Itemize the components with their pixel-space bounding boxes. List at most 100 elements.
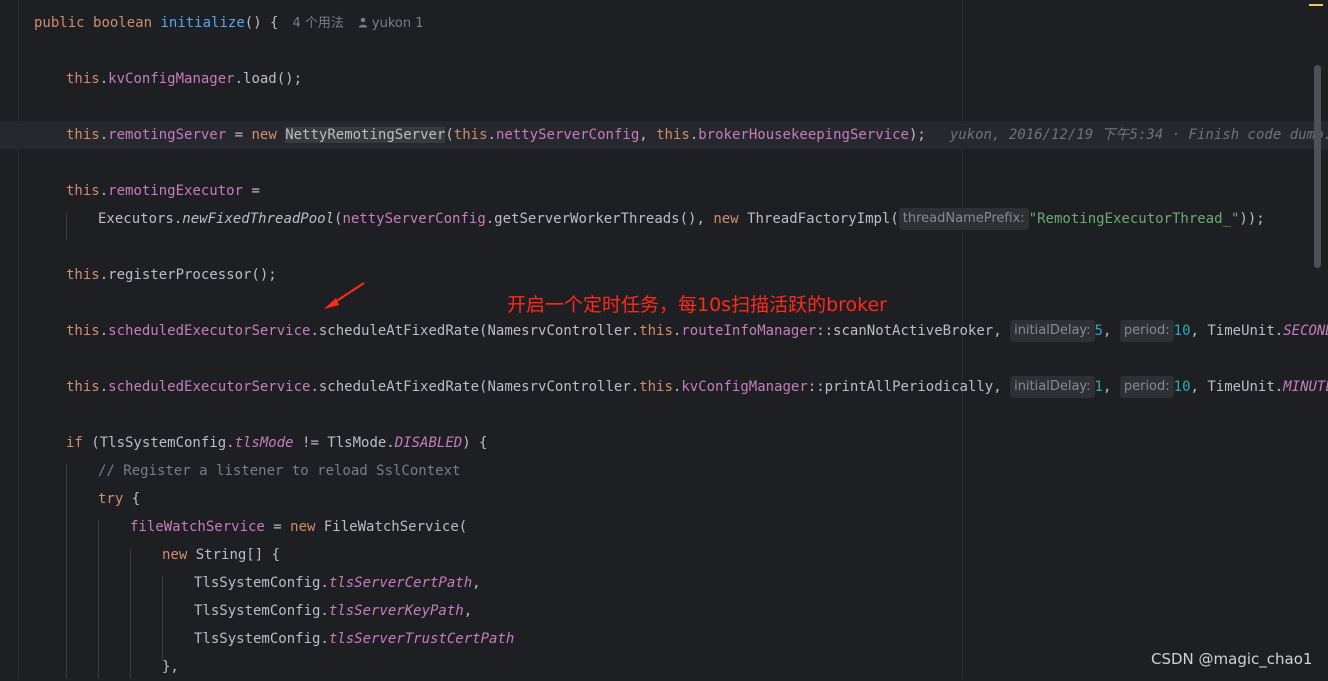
code-text: ::printAllPeriodically,	[807, 379, 1011, 395]
field-ref: remotingServer	[108, 127, 227, 143]
keyword-this: this	[66, 267, 100, 283]
code-line[interactable]: Executors.newFixedThreadPool(nettyServer…	[0, 205, 1328, 233]
enum-constant: SECONDS	[1283, 323, 1328, 339]
code-text: Executors.	[98, 211, 183, 227]
keyword-this: this	[66, 127, 100, 143]
parameter-hint: threadNamePrefix:	[898, 208, 1029, 230]
code-line[interactable]: this.remotingExecutor =	[0, 177, 1328, 205]
number-literal: 10	[1173, 379, 1191, 395]
author-name: yukon 1	[371, 16, 424, 31]
code-text: TlsSystemConfig.	[194, 631, 329, 647]
code-line[interactable]: new String[] {	[0, 541, 1328, 569]
field-ref: remotingExecutor	[108, 183, 244, 199]
code-line[interactable]: this.kvConfigManager.load();	[0, 65, 1328, 93]
red-arrow-icon	[324, 282, 365, 309]
code-text: ,	[639, 127, 657, 143]
code-text: .registerProcessor();	[99, 267, 277, 283]
usages-link[interactable]: 4 个用法	[292, 16, 343, 31]
code-line[interactable]: TlsSystemConfig.tlsServerCertPath,	[0, 569, 1328, 597]
parameter-hint: initialDelay:	[1010, 376, 1095, 398]
code-text: String[] {	[187, 547, 281, 563]
code-text: ,	[1102, 323, 1120, 339]
code-line[interactable]: this.scheduledExecutorService.scheduleAt…	[0, 317, 1328, 345]
field-ref: fileWatchService	[130, 519, 265, 535]
author-info[interactable]: yukon 1	[358, 16, 424, 31]
watermark: CSDN @magic_chao1	[1151, 650, 1313, 668]
method-name: initialize	[160, 15, 245, 31]
keyword-new: new	[251, 127, 277, 143]
code-text: ThreadFactoryImpl(	[747, 211, 899, 227]
code-text: ::scanNotActiveBroker,	[816, 323, 1011, 339]
field-ref: kvConfigManager	[681, 379, 808, 395]
code-line[interactable]: fileWatchService = new FileWatchService(	[0, 513, 1328, 541]
enum-constant: MINUTES	[1283, 379, 1328, 395]
code-line[interactable]: try {	[0, 485, 1328, 513]
person-icon	[358, 17, 368, 28]
code-line[interactable]: this.registerProcessor();	[0, 261, 1328, 289]
keyword-this: this	[66, 323, 100, 339]
code-text: TlsSystemConfig.	[194, 603, 329, 619]
number-literal: 1	[1094, 379, 1103, 395]
code-editor[interactable]: public boolean initialize() {4 个用法 yukon …	[0, 0, 1328, 679]
code-text: ,	[472, 575, 481, 591]
code-text: ,	[463, 603, 473, 619]
number-literal: 5	[1094, 323, 1103, 339]
code-text: != TlsMode.	[293, 435, 395, 451]
code-line[interactable]: },	[0, 653, 1328, 681]
code-text: =	[264, 519, 291, 535]
static-method: newFixedThreadPool	[182, 211, 335, 227]
class-name-highlighted[interactable]: NettyRemotingServer	[285, 127, 446, 143]
annotation-text: 开启一个定时任务，每10s扫描活跃的broker	[507, 294, 887, 316]
keyword-new: new	[713, 211, 739, 227]
keyword-new: new	[162, 547, 188, 563]
code-line[interactable]: TlsSystemConfig.tlsServerKeyPath,	[0, 597, 1328, 625]
code-text: (	[445, 127, 454, 143]
keyword-this: this	[656, 127, 690, 143]
code-text: ) {	[462, 435, 488, 451]
field-ref: routeInfoManager	[681, 323, 817, 339]
parameter-hint: initialDelay:	[1010, 320, 1095, 342]
vertical-scrollbar-thumb[interactable]	[1314, 65, 1321, 268]
code-line-method-signature[interactable]: public boolean initialize() { 4 个用法 yukon …	[0, 9, 1328, 37]
parameter-hint: period:	[1119, 376, 1174, 398]
code-text: );	[908, 127, 926, 143]
keyword-this: this	[639, 323, 673, 339]
field-ref: scheduledExecutorService	[108, 379, 311, 395]
code-line[interactable]: this.scheduledExecutorService.scheduleAt…	[0, 373, 1328, 401]
string-literal: "RemotingExecutorThread_"	[1028, 211, 1240, 227]
enum-constant: DISABLED	[394, 435, 463, 451]
warning-marker[interactable]	[1309, 4, 1323, 6]
code-text: (TlsSystemConfig.	[82, 435, 235, 451]
code-text: .scheduleAtFixedRate(NamesrvController.	[310, 323, 640, 339]
field-ref: kvConfigManager	[108, 71, 235, 87]
keyword-this: this	[66, 183, 100, 199]
keyword-try: try	[98, 491, 124, 507]
code-text: .load();	[234, 71, 303, 87]
code-text: () {	[244, 15, 279, 31]
code-text: TlsSystemConfig.	[194, 575, 329, 591]
code-line[interactable]: TlsSystemConfig.tlsServerTrustCertPath	[0, 625, 1328, 653]
keyword-this: this	[639, 379, 673, 395]
keyword-boolean: boolean	[93, 15, 153, 31]
static-field: tlsServerCertPath	[328, 575, 473, 591]
code-text: =	[243, 183, 260, 199]
code-line-current[interactable]: this.remotingServer = new NettyRemotingS…	[0, 121, 1328, 149]
keyword-new: new	[290, 519, 316, 535]
code-text: , TimeUnit.	[1190, 323, 1284, 339]
code-text: {	[123, 491, 141, 507]
field-ref: scheduledExecutorService	[108, 323, 311, 339]
code-line[interactable]: if (TlsSystemConfig.tlsMode != TlsMode.D…	[0, 429, 1328, 457]
code-line[interactable]: // Register a listener to reload SslCont…	[0, 457, 1328, 485]
code-text: ));	[1239, 211, 1265, 227]
code-text: },	[162, 659, 179, 675]
static-field: tlsMode	[234, 435, 294, 451]
code-text: .getServerWorkerThreads(),	[485, 211, 714, 227]
keyword-this: this	[66, 71, 100, 87]
code-text: , TimeUnit.	[1190, 379, 1284, 395]
keyword-public: public	[34, 15, 85, 31]
code-text: FileWatchService(	[315, 519, 468, 535]
keyword-this: this	[453, 127, 488, 143]
static-field: tlsServerKeyPath	[328, 603, 464, 619]
keyword-if: if	[66, 435, 83, 451]
git-blame-inline[interactable]: yukon, 2016/12/19 下午5:34 · Finish code d…	[950, 127, 1328, 143]
